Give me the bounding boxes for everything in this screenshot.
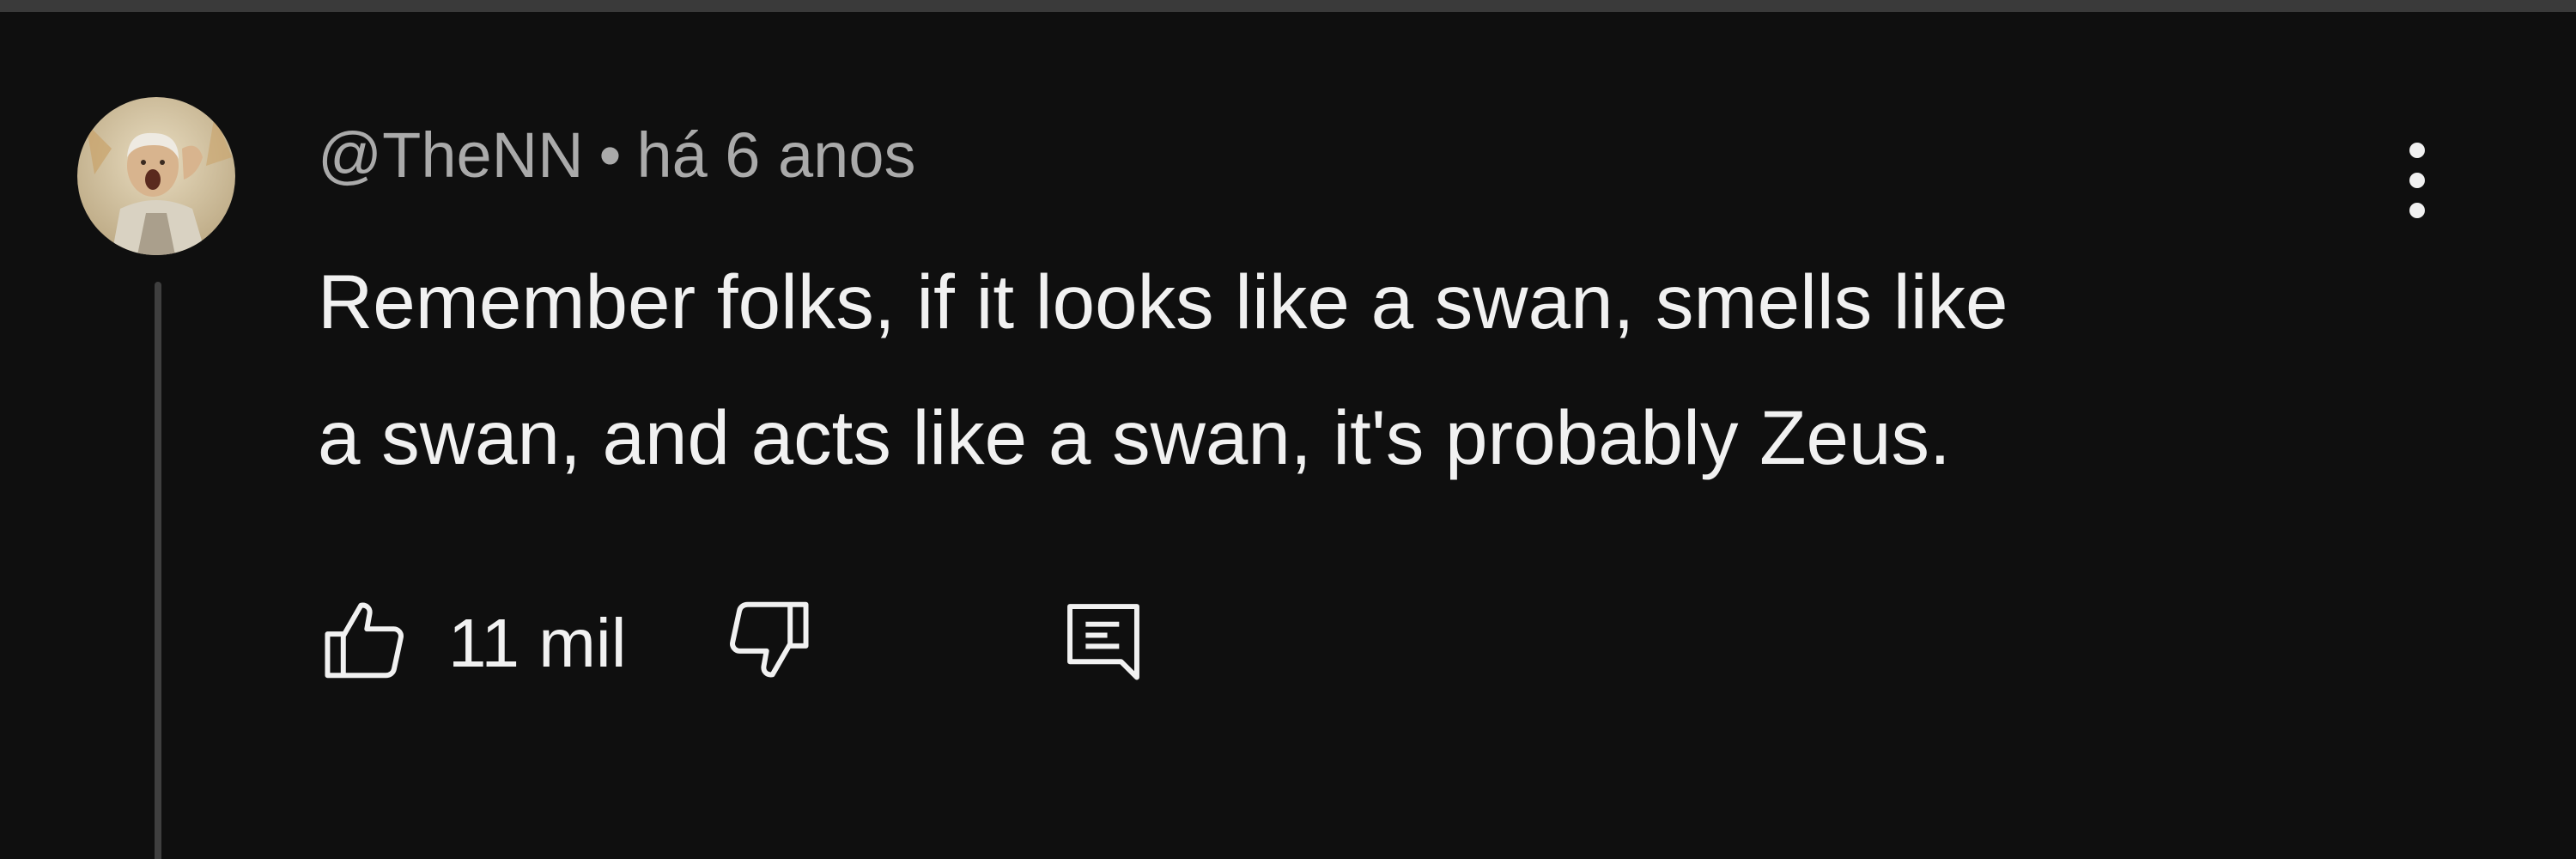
thread-line — [155, 282, 161, 859]
dislike-button[interactable] — [721, 593, 816, 687]
author-name[interactable]: @TheNN — [318, 119, 584, 192]
comment-text-line: a swan, and acts like a swan, it's proba… — [318, 394, 1951, 480]
reply-button[interactable] — [1056, 593, 1151, 687]
avatar-image — [77, 97, 235, 255]
comment-timestamp[interactable]: há 6 anos — [636, 119, 915, 192]
thumbs-down-icon — [730, 601, 809, 678]
top-divider — [0, 0, 2576, 12]
like-count: 11 mil — [448, 605, 627, 681]
more-options-button[interactable] — [2387, 129, 2447, 232]
comment-screen: @TheNN • há 6 anos Remember folks, if it… — [0, 0, 2576, 859]
comment-text-line: Remember folks, if it looks like a swan,… — [318, 259, 2008, 344]
comment-header: @TheNN • há 6 anos — [318, 119, 916, 192]
more-vert-icon — [2409, 143, 2425, 218]
reply-comment-icon — [1067, 604, 1139, 680]
comment-text: Remember folks, if it looks like a swan,… — [318, 234, 2379, 505]
like-button[interactable] — [318, 593, 412, 687]
avatar[interactable] — [77, 97, 235, 255]
separator-dot: • — [598, 119, 622, 191]
thumbs-up-icon — [325, 602, 404, 679]
